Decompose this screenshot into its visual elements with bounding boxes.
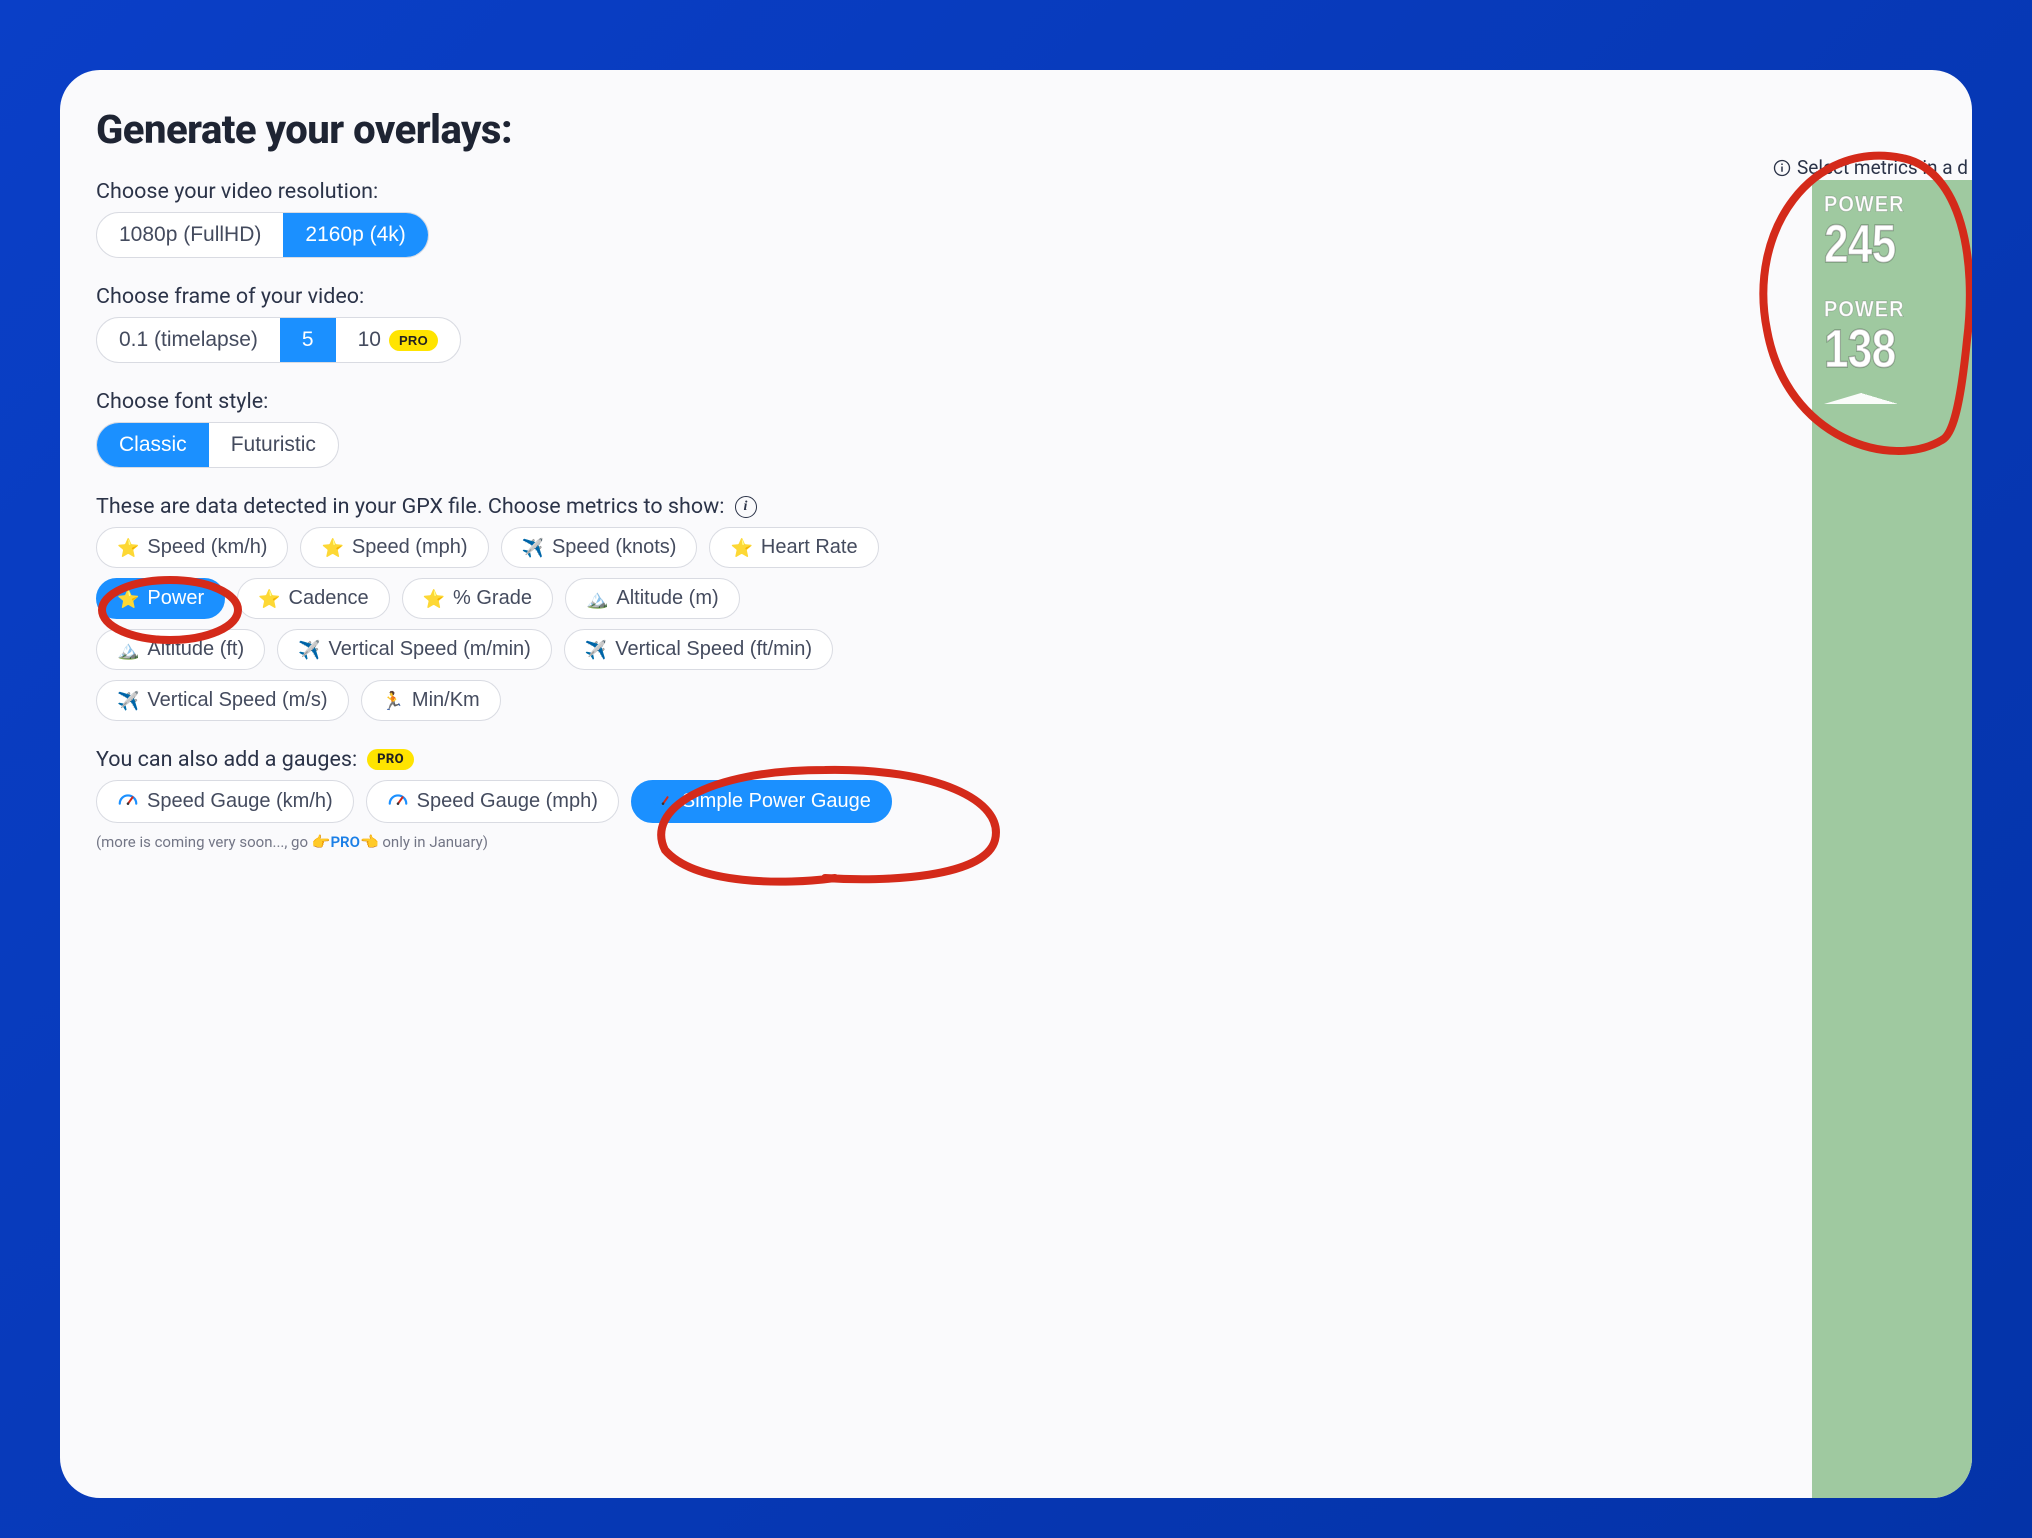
chip-icon: ✈️: [585, 641, 607, 659]
chip-label: Altitude (m): [616, 587, 718, 610]
chip-label: Speed (km/h): [147, 536, 267, 559]
gauge-wedge-icon: [1824, 382, 1898, 404]
footnote-pro-link[interactable]: PRO: [330, 833, 360, 851]
gauge-chip[interactable]: Speed Gauge (km/h): [96, 780, 354, 823]
metric-chip[interactable]: ✈️ Vertical Speed (ft/min): [564, 629, 833, 670]
framerate-10[interactable]: 10 PRO: [336, 318, 460, 362]
chip-label: Min/Km: [412, 689, 480, 712]
chip-label: Vertical Speed (m/min): [329, 638, 531, 661]
metric-chip[interactable]: ⭐ Heart Rate: [709, 527, 878, 568]
chip-label: Speed (mph): [352, 536, 468, 559]
hand-right-icon: 👉: [312, 833, 331, 851]
metric-chip[interactable]: ✈️ Vertical Speed (m/min): [277, 629, 552, 670]
chip-icon: ✈️: [298, 641, 320, 659]
preview-metric-power-2: POWER 138: [1824, 299, 1972, 376]
framerate-group: 0.1 (timelapse) 5 10 PRO: [96, 317, 461, 363]
metric-chip[interactable]: ⭐ % Grade: [402, 578, 553, 619]
chip-icon: ✈️: [522, 539, 544, 557]
framerate-timelapse[interactable]: 0.1 (timelapse): [97, 318, 280, 362]
chip-label: Speed Gauge (km/h): [147, 790, 333, 813]
chip-icon: ⭐: [321, 539, 343, 557]
chip-label: Power: [147, 587, 204, 610]
framerate-label: Choose frame of your video:: [96, 284, 1972, 309]
chip-label: Vertical Speed (ft/min): [615, 638, 812, 661]
chip-icon: 🏔️: [117, 641, 139, 659]
chip-label: Simple Power Gauge: [682, 790, 871, 813]
resolution-1080p[interactable]: 1080p (FullHD): [97, 213, 283, 257]
chip-label: Altitude (ft): [147, 638, 244, 661]
chip-icon: ⭐: [117, 590, 139, 608]
metric-chips: ⭐ Speed (km/h) ⭐ Speed (mph) ✈️ Speed (knots)…: [96, 527, 916, 721]
info-icon: [1773, 159, 1791, 177]
metrics-label: These are data detected in your GPX file…: [96, 494, 725, 519]
metric-value: 245: [1824, 217, 1945, 271]
chip-icon: ⭐: [730, 539, 752, 557]
gauge-chip[interactable]: Speed Gauge (mph): [366, 780, 619, 823]
metric-chip[interactable]: ✈️ Vertical Speed (m/s): [96, 680, 349, 721]
footnote: (more is coming very soon..., go 👉PRO👈 o…: [96, 833, 1972, 851]
fontstyle-futuristic[interactable]: Futuristic: [209, 423, 338, 467]
gauges-label: You can also add a gauges:: [96, 747, 357, 772]
preview-metric-power-1: POWER 245: [1824, 194, 1972, 271]
pro-badge: PRO: [367, 749, 414, 770]
metric-chip[interactable]: ⭐ Cadence: [237, 578, 389, 619]
info-icon[interactable]: i: [735, 496, 757, 518]
fontstyle-group: Classic Futuristic: [96, 422, 339, 468]
chip-icon: ⭐: [258, 590, 280, 608]
gauge-chip[interactable]: Simple Power Gauge: [631, 780, 892, 823]
gauge-chips: Speed Gauge (km/h) Speed Gauge (mph) Simpl…: [96, 780, 916, 823]
hand-left-icon: 👈: [360, 833, 379, 851]
chip-label: Heart Rate: [761, 536, 858, 559]
dial-icon: [652, 789, 674, 814]
resolution-group: 1080p (FullHD) 2160p (4k): [96, 212, 429, 258]
framerate-10-label: 10: [358, 328, 381, 352]
metric-value: 138: [1824, 322, 1945, 376]
chip-label: % Grade: [453, 587, 532, 610]
chip-label: Speed Gauge (mph): [417, 790, 598, 813]
resolution-2160p[interactable]: 2160p (4k): [283, 213, 427, 257]
page-title: Generate your overlays:: [96, 106, 1972, 153]
framerate-5[interactable]: 5: [280, 318, 336, 362]
resolution-label: Choose your video resolution:: [96, 179, 1972, 204]
fontstyle-classic[interactable]: Classic: [97, 423, 209, 467]
dial-icon: [387, 789, 409, 814]
metric-chip[interactable]: ⭐ Speed (mph): [300, 527, 488, 568]
metric-chip[interactable]: ✈️ Speed (knots): [501, 527, 698, 568]
preview-panel: POWER 245 POWER 138: [1812, 180, 1972, 1498]
preview-link[interactable]: Select metrics in a d: [1773, 156, 1968, 179]
metric-chip[interactable]: 🏔️ Altitude (ft): [96, 629, 265, 670]
chip-label: Cadence: [289, 587, 369, 610]
chip-icon: 🏃: [382, 692, 404, 710]
chip-icon: ⭐: [117, 539, 139, 557]
metric-chip[interactable]: ⭐ Power: [96, 578, 225, 619]
settings-card: Generate your overlays: Choose your vide…: [60, 70, 1972, 1498]
chip-label: Speed (knots): [552, 536, 677, 559]
fontstyle-label: Choose font style:: [96, 389, 1972, 414]
chip-icon: ⭐: [423, 590, 445, 608]
chip-icon: 🏔️: [586, 590, 608, 608]
metric-chip[interactable]: 🏔️ Altitude (m): [565, 578, 740, 619]
chip-label: Vertical Speed (m/s): [147, 689, 327, 712]
dial-icon: [117, 789, 139, 814]
pro-badge: PRO: [389, 330, 438, 351]
chip-icon: ✈️: [117, 692, 139, 710]
metric-chip[interactable]: ⭐ Speed (km/h): [96, 527, 288, 568]
metric-chip[interactable]: 🏃 Min/Km: [361, 680, 501, 721]
